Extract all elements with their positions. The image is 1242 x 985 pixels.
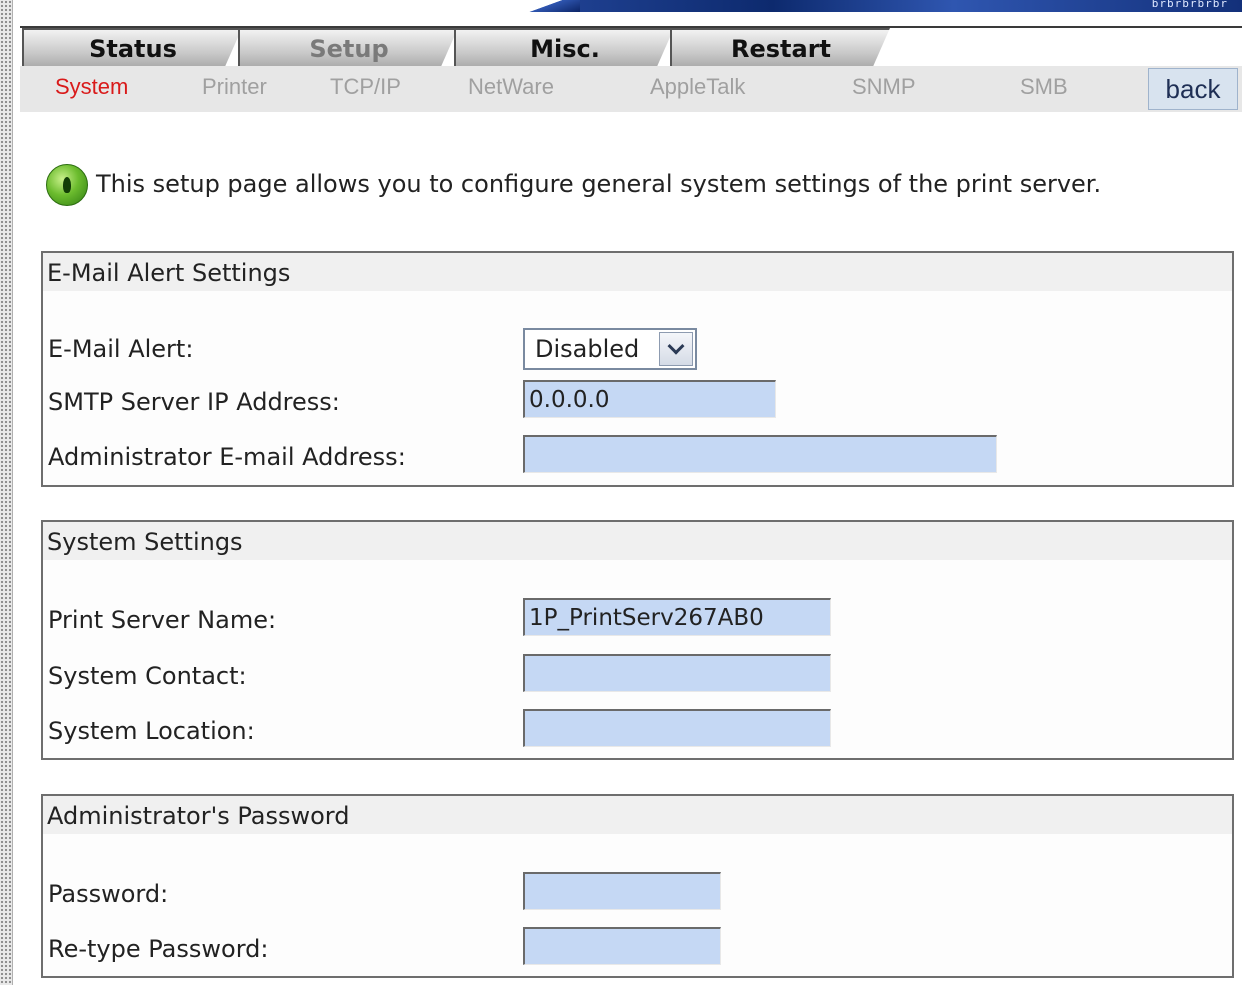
page-description: This setup page allows you to configure …: [96, 170, 1102, 198]
print-server-name-label: Print Server Name:: [48, 606, 277, 634]
password-label: Password:: [48, 880, 169, 908]
chevron-down-icon[interactable]: [659, 332, 693, 366]
subnav-netware[interactable]: NetWare: [468, 74, 554, 100]
section-title: System Settings: [43, 522, 1232, 560]
back-button[interactable]: back: [1148, 68, 1238, 110]
admin-email-input[interactable]: [523, 435, 997, 473]
email-alert-selected-value: Disabled: [535, 335, 640, 363]
system-contact-label: System Contact:: [48, 662, 247, 690]
tab-status[interactable]: Status: [22, 28, 242, 68]
left-dotted-border: [0, 0, 12, 985]
section-title: E-Mail Alert Settings: [43, 253, 1232, 291]
subnav-appletalk[interactable]: AppleTalk: [650, 74, 745, 100]
system-contact-input[interactable]: [523, 654, 831, 692]
tab-restart[interactable]: Restart: [670, 28, 890, 68]
subnav-snmp[interactable]: SNMP: [852, 74, 916, 100]
tab-bar-line: [20, 26, 1242, 28]
password-input[interactable]: [523, 872, 721, 910]
section-title: Administrator's Password: [43, 796, 1232, 834]
retype-password-label: Re-type Password:: [48, 935, 269, 963]
email-alert-select[interactable]: Disabled: [523, 328, 697, 370]
banner-decoration: [520, 0, 580, 12]
header-banner: brbrbrbrbr: [520, 0, 1242, 12]
admin-email-label: Administrator E-mail Address:: [48, 443, 406, 471]
left-border-line: [12, 0, 13, 985]
system-location-label: System Location:: [48, 717, 255, 745]
subnav-smb[interactable]: SMB: [1020, 74, 1068, 100]
print-server-name-input[interactable]: 1P_PrintServ267AB0: [523, 598, 831, 636]
subnav-printer[interactable]: Printer: [202, 74, 267, 100]
tab-misc[interactable]: Misc.: [454, 28, 674, 68]
smtp-server-input[interactable]: 0.0.0.0: [523, 380, 776, 418]
subnav-system[interactable]: System: [55, 74, 128, 100]
subnav-tcpip[interactable]: TCP/IP: [330, 74, 401, 100]
system-location-input[interactable]: [523, 709, 831, 747]
info-icon: [46, 164, 88, 206]
tab-setup[interactable]: Setup: [238, 28, 458, 68]
smtp-server-label: SMTP Server IP Address:: [48, 388, 340, 416]
email-alert-label: E-Mail Alert:: [48, 335, 194, 363]
retype-password-input[interactable]: [523, 927, 721, 965]
banner-text: brbrbrbrbr: [1151, 0, 1228, 10]
